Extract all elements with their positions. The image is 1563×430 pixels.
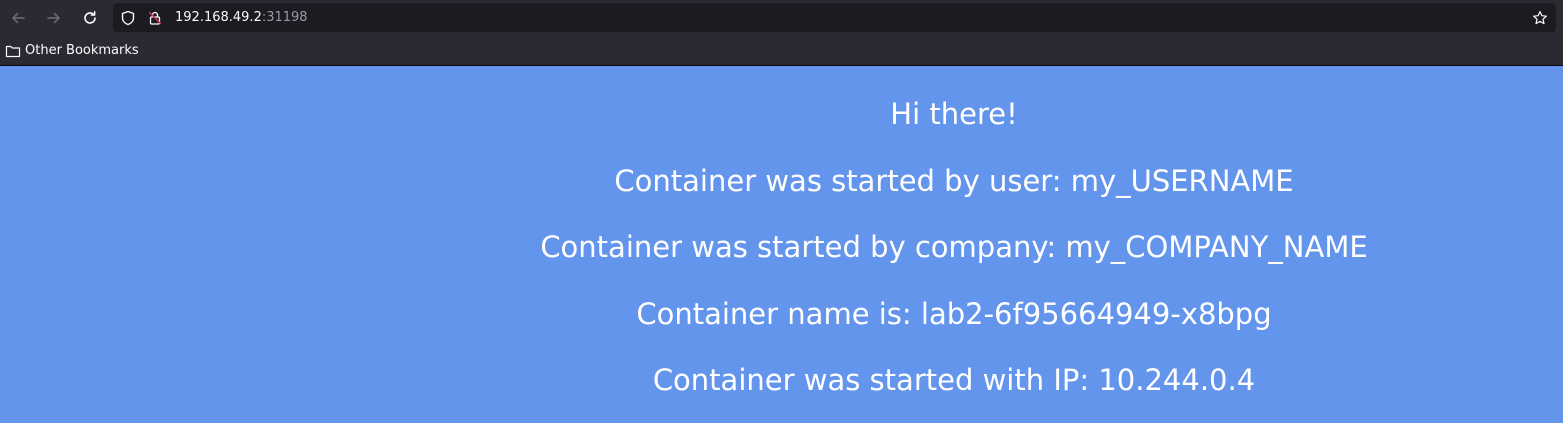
url-port: :31198 (261, 10, 308, 25)
back-button[interactable] (4, 4, 32, 32)
bookmark-star-icon[interactable] (1530, 8, 1550, 28)
container-ip-text: Container was started with IP: 10.244.0.… (652, 363, 1256, 397)
insecure-lock-icon[interactable] (146, 9, 164, 27)
bookmark-label: Other Bookmarks (25, 43, 139, 58)
browser-toolbar: 192.168.49.2:31198 (0, 0, 1563, 36)
reload-button[interactable] (76, 4, 104, 32)
folder-icon (5, 45, 21, 58)
container-name-text: Container name is: lab2-6f95664949-x8bpg (636, 296, 1272, 331)
address-bar[interactable]: 192.168.49.2:31198 (113, 3, 1556, 32)
user-info-text: Container was started by user: my_USERNA… (614, 163, 1294, 198)
forward-button[interactable] (40, 4, 68, 32)
company-info-text: Container was started by company: my_COM… (540, 230, 1368, 264)
shield-icon[interactable] (119, 9, 137, 27)
arrow-right-icon (47, 12, 60, 24)
page-content: Hi there! Container was started by user:… (0, 66, 1563, 423)
reload-icon (84, 11, 96, 24)
url-host: 192.168.49.2 (175, 10, 262, 25)
greeting-text: Hi there! (890, 97, 1018, 131)
bookmark-other-bookmarks[interactable]: Other Bookmarks (5, 41, 139, 61)
message-lines: Hi there! Container was started by user:… (0, 97, 1563, 430)
url-text[interactable]: 192.168.49.2:31198 (175, 10, 308, 26)
arrow-left-icon (12, 12, 25, 24)
bookmarks-toolbar: Other Bookmarks (0, 36, 1563, 66)
